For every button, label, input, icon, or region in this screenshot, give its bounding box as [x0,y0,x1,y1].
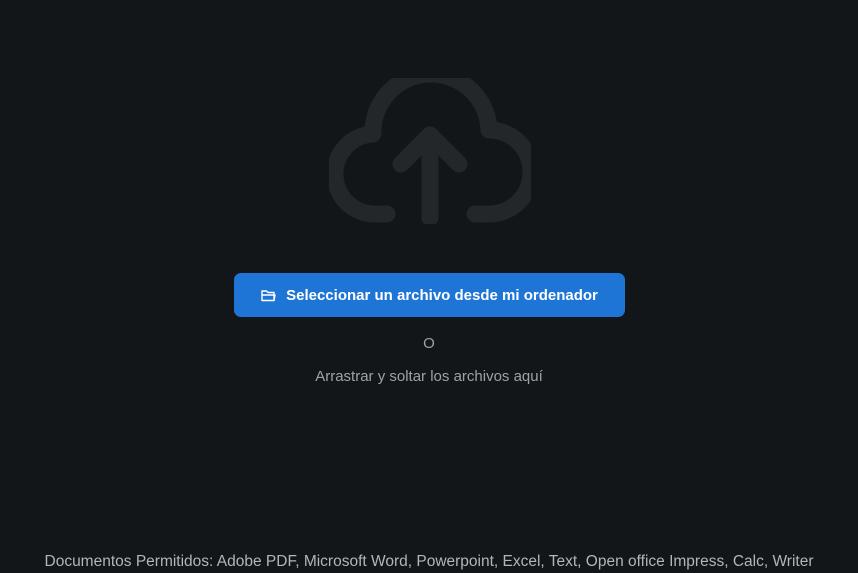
or-separator: O [423,335,435,352]
select-file-button-label: Seleccionar un archivo desde mi ordenado… [286,286,598,304]
allowed-formats-note: Documentos Permitidos: Adobe PDF, Micros… [44,553,814,570]
drag-drop-hint: Arrastrar y soltar los archivos aquí [315,368,543,385]
file-dropzone[interactable]: Seleccionar un archivo desde mi ordenado… [0,0,858,573]
folder-icon [261,289,276,301]
cloud-upload-icon [329,78,531,224]
select-file-button[interactable]: Seleccionar un archivo desde mi ordenado… [234,273,625,317]
